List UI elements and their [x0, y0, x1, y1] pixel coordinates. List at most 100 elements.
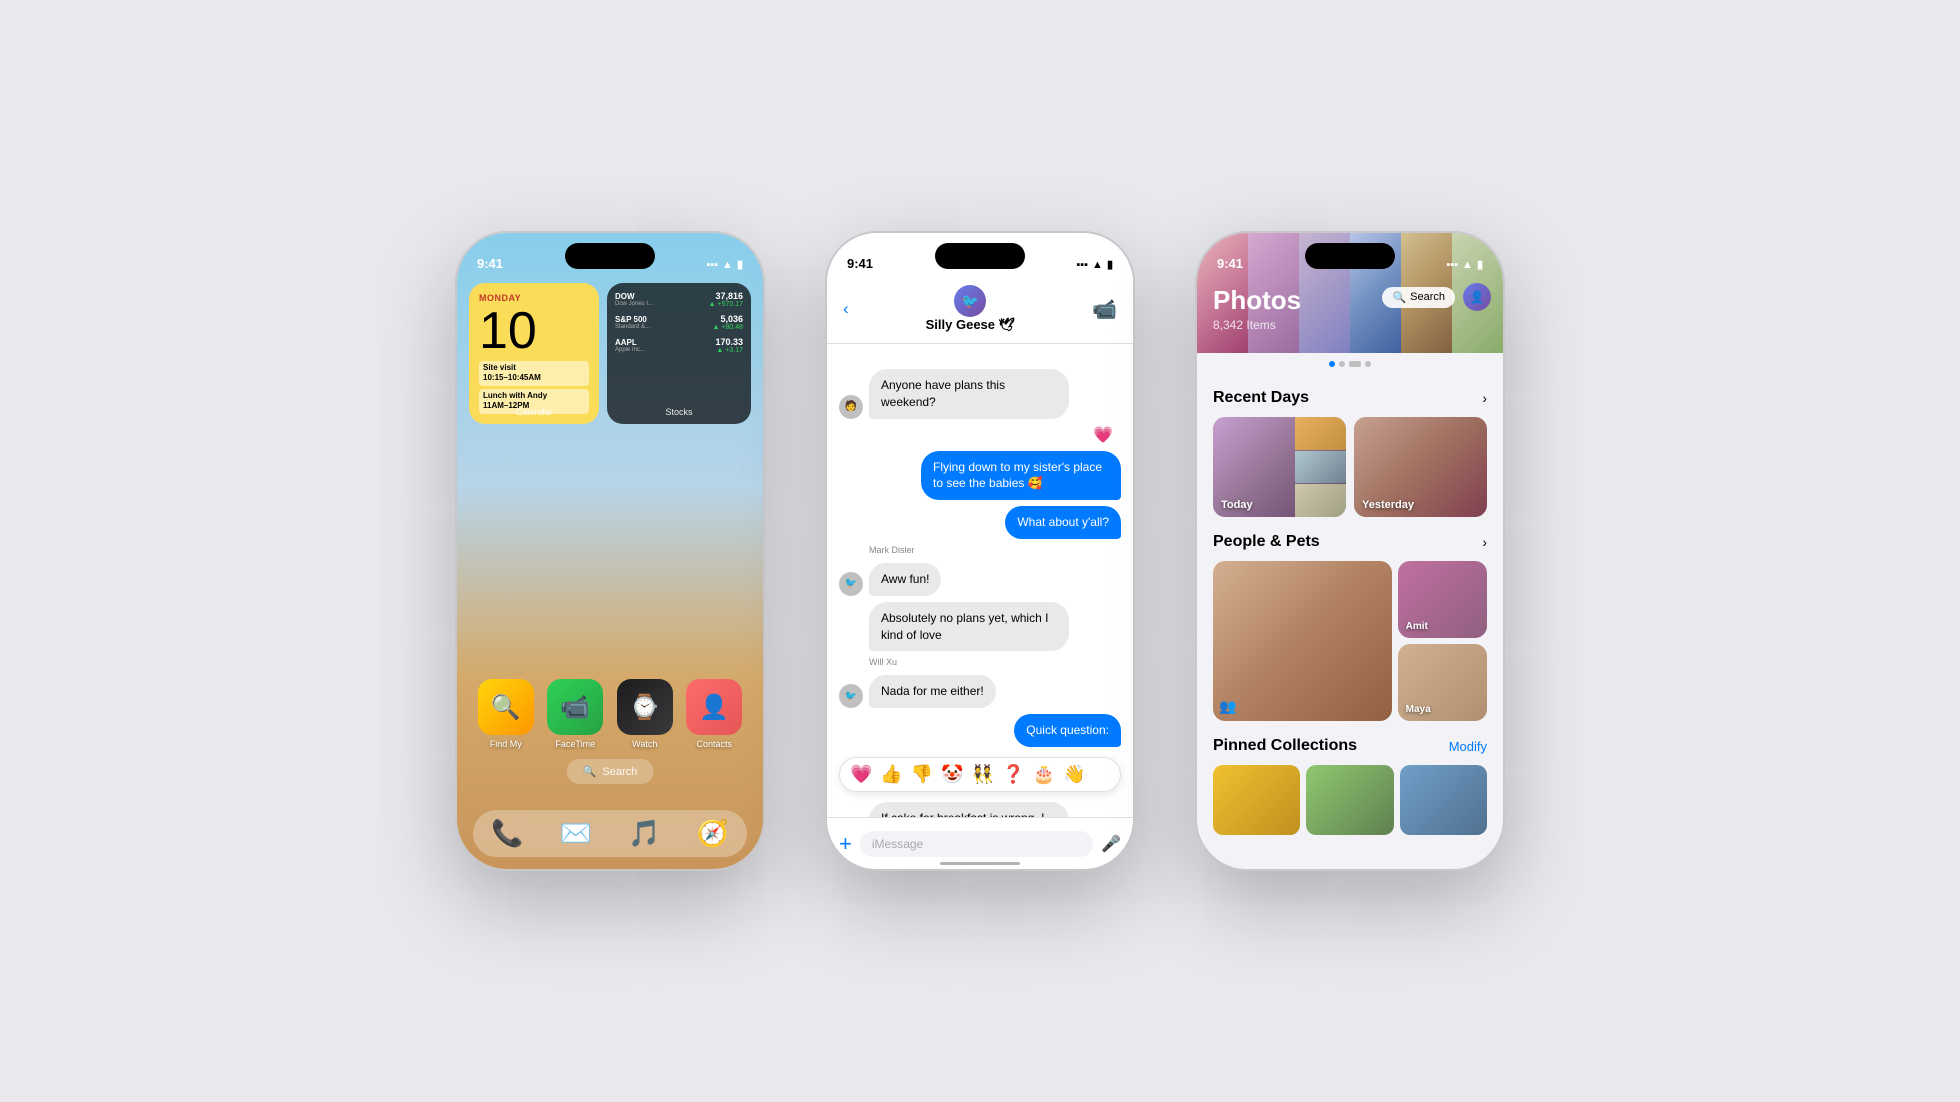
photos-actions: 🔍 Search 👤: [1382, 283, 1491, 311]
message-row-3: What about y'all?: [839, 506, 1121, 539]
messages-body[interactable]: 🧑 Anyone have plans this weekend? 💗 Flyi…: [827, 361, 1133, 817]
signal-icon: ▪▪▪: [706, 259, 718, 271]
search-label-photos: Search: [1410, 291, 1445, 303]
person-amit-name: Amit: [1406, 621, 1428, 632]
people-pets-arrow[interactable]: ›: [1482, 534, 1487, 550]
dynamic-island: [565, 243, 655, 269]
dock-music[interactable]: 🎵: [610, 818, 679, 849]
photos-body: Recent Days › Today Yesterday: [1197, 373, 1503, 869]
today-thumb-3: [1295, 484, 1346, 517]
pinned-card-1[interactable]: [1213, 765, 1300, 835]
people-card-maya[interactable]: Maya: [1398, 644, 1487, 721]
watch-icon: ⌚: [617, 679, 673, 735]
reaction-dancers[interactable]: 👯: [972, 764, 994, 785]
msg-avatar-2: 🐦: [839, 572, 863, 596]
reaction-heart[interactable]: 💗: [850, 764, 872, 785]
cal-event-1: Site visit 10:15–10:45AM: [479, 361, 589, 386]
recent-day-yesterday[interactable]: Yesterday: [1354, 417, 1487, 517]
facetime-label: FaceTime: [555, 739, 595, 749]
reaction-thumbsup[interactable]: 👍: [880, 764, 902, 785]
recent-days-grid: Today Yesterday: [1213, 417, 1487, 517]
contacts-icon: 👤: [686, 679, 742, 735]
message-row-7: Quick question:: [839, 714, 1121, 747]
search-label: Search: [602, 766, 637, 778]
widget-calendar[interactable]: MONDAY 10 Site visit 10:15–10:45AM Lunch…: [469, 283, 599, 424]
phone-home: 9:41 ▪▪▪ ▲ ▮ MONDAY 10 Site visit 10:15–…: [455, 231, 765, 871]
bubble-1: Anyone have plans this weekend?: [869, 369, 1069, 419]
pinned-card-2[interactable]: [1306, 765, 1393, 835]
bubble-8: If cake for breakfast is wrong, I don't …: [869, 802, 1069, 817]
wifi-icon-msg: ▲: [1092, 259, 1103, 271]
phone-photos: 9:41 ▪▪▪ ▲ ▮ Photos 8,342 Items 🔍 Search…: [1195, 231, 1505, 871]
pinned-grid: [1213, 765, 1487, 835]
status-icons-photos: ▪▪▪ ▲ ▮: [1446, 258, 1483, 271]
photos-avatar-button[interactable]: 👤: [1463, 283, 1491, 311]
message-row-4: 🐦 Aww fun!: [839, 563, 1121, 596]
microphone-icon[interactable]: 🎤: [1101, 834, 1121, 854]
dot-1[interactable]: [1329, 361, 1335, 367]
people-pets-title: People & Pets: [1213, 533, 1320, 551]
recent-day-today[interactable]: Today: [1213, 417, 1346, 517]
message-row-5: Absolutely no plans yet, which I kind of…: [839, 602, 1121, 652]
message-input[interactable]: iMessage: [860, 831, 1093, 857]
emoji-reactions-bar[interactable]: 💗 👍 👎 🤡 👯 ❓ 🎂 👋: [839, 757, 1121, 792]
wifi-icon: ▲: [722, 259, 733, 271]
recent-days-header: Recent Days ›: [1213, 389, 1487, 407]
dot-grid[interactable]: [1349, 361, 1361, 367]
recent-days-title: Recent Days: [1213, 389, 1309, 407]
today-thumb-1: [1295, 417, 1346, 450]
pinned-collections-header: Pinned Collections Modify: [1213, 737, 1487, 755]
battery-icon-msg: ▮: [1107, 258, 1113, 271]
people-card-large[interactable]: 👥: [1213, 561, 1392, 721]
message-row-6: 🐦 Nada for me either!: [839, 675, 1121, 708]
signal-icon-msg: ▪▪▪: [1076, 259, 1088, 271]
app-facetime[interactable]: 📹 FaceTime: [547, 679, 605, 749]
status-icons-messages: ▪▪▪ ▲ ▮: [1076, 258, 1113, 271]
app-watch[interactable]: ⌚ Watch: [616, 679, 674, 749]
pinned-title: Pinned Collections: [1213, 737, 1357, 755]
back-button[interactable]: ‹: [843, 299, 849, 319]
widget-stocks[interactable]: DOW Dow Jones I... 37,816 ▲ +570.17 S&P …: [607, 283, 751, 424]
home-indicator: [940, 862, 1020, 865]
dot-2[interactable]: [1339, 361, 1345, 367]
app-findmy[interactable]: 🔍 Find My: [477, 679, 535, 749]
reaction-thumbsdown[interactable]: 👎: [911, 764, 933, 785]
add-attachment-button[interactable]: +: [839, 831, 852, 857]
group-avatar-row: 🐦: [954, 285, 986, 317]
recent-days-arrow[interactable]: ›: [1482, 390, 1487, 406]
wifi-icon-photos: ▲: [1462, 259, 1473, 271]
status-time-home: 9:41: [477, 256, 503, 271]
photos-search-button[interactable]: 🔍 Search: [1382, 287, 1455, 308]
people-grid: 👥 Amit Maya: [1213, 561, 1487, 721]
pinned-card-3[interactable]: [1400, 765, 1487, 835]
reaction-wave[interactable]: 👋: [1063, 764, 1085, 785]
reaction-clown[interactable]: 🤡: [941, 764, 963, 785]
bubble-4: Aww fun!: [869, 563, 941, 596]
reaction-question[interactable]: ❓: [1002, 764, 1024, 785]
sender-willxu-1: Will Xu: [869, 657, 1121, 667]
person-maya-name: Maya: [1406, 704, 1431, 715]
dynamic-island-messages: [935, 243, 1025, 269]
cal-label: Calendar: [469, 407, 599, 417]
video-call-button[interactable]: 📹: [1092, 297, 1117, 322]
dot-4[interactable]: [1365, 361, 1371, 367]
dock-phone[interactable]: 📞: [473, 818, 542, 849]
dock: 📞 ✉️ 🎵 🧭: [473, 810, 747, 857]
contacts-label: Contacts: [696, 739, 732, 749]
search-bar[interactable]: 🔍 Search: [567, 759, 654, 784]
reaction-cake[interactable]: 🎂: [1033, 764, 1055, 785]
dock-mail[interactable]: ✉️: [542, 818, 611, 849]
conversation-info: 🐦 Silly Geese 🕊: [926, 285, 1016, 333]
people-card-amit[interactable]: Amit: [1398, 561, 1487, 638]
app-contacts[interactable]: 👤 Contacts: [686, 679, 744, 749]
bubble-2: Flying down to my sister's place to see …: [921, 451, 1121, 501]
bubble-5: Absolutely no plans yet, which I kind of…: [869, 602, 1069, 652]
facetime-icon: 📹: [547, 679, 603, 735]
bubble-7: Quick question:: [1014, 714, 1121, 747]
msg-avatar-3: 🐦: [839, 684, 863, 708]
sender-mark: Mark Disler: [869, 545, 1121, 555]
dock-safari[interactable]: 🧭: [679, 818, 748, 849]
cal-day-number: 10: [479, 305, 589, 357]
pinned-modify[interactable]: Modify: [1449, 739, 1487, 754]
widgets-row: MONDAY 10 Site visit 10:15–10:45AM Lunch…: [469, 283, 751, 424]
